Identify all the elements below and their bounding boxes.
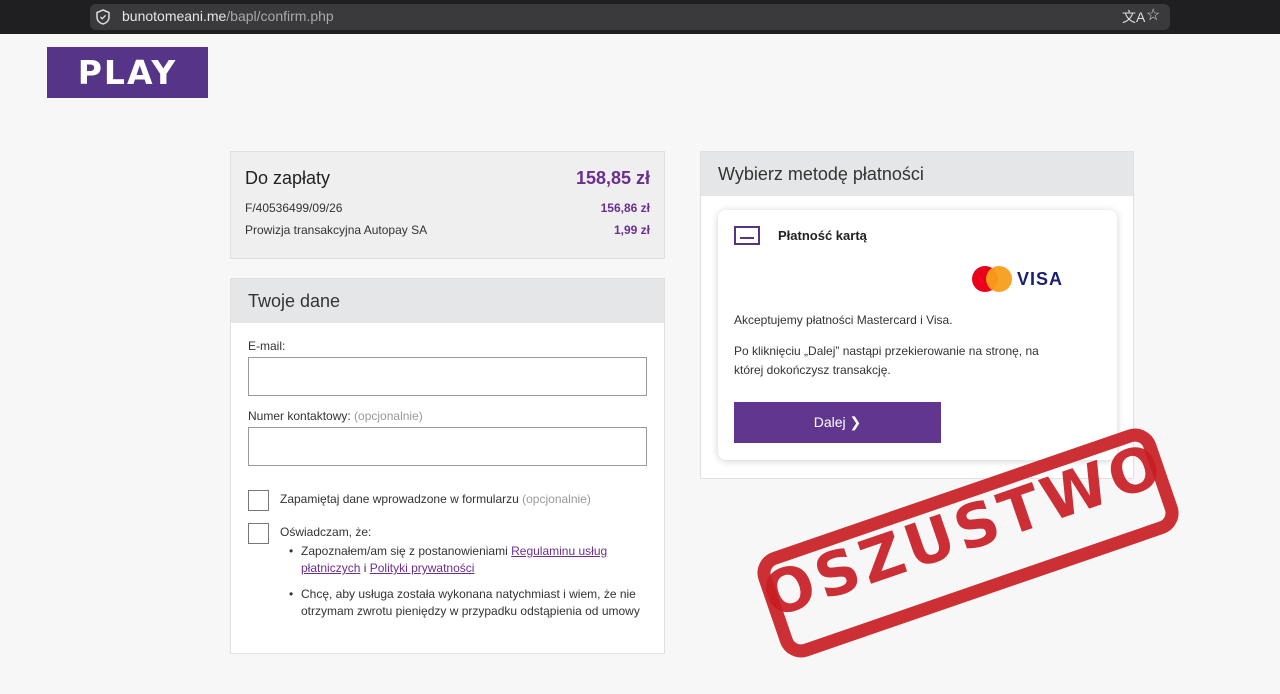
bookmark-star-icon[interactable]: ☆: [1146, 5, 1160, 25]
fee-amount: 1,99 zł: [613, 223, 650, 237]
fee-label: Prowizja transakcyjna Autopay SA: [245, 223, 428, 237]
invoice-amount: 156,86 zł: [600, 201, 650, 215]
credit-card-icon: [734, 226, 760, 245]
declaration-label: Oświadczam, że:: [280, 525, 372, 539]
form-title: Twoje dane: [231, 279, 664, 323]
mastercard-icon: [972, 266, 1012, 292]
declaration-list: Zapoznałem/am się z postanowieniami Regu…: [289, 543, 649, 629]
phone-optional: (opcjonalnie): [354, 409, 423, 423]
list-item: Zapoznałem/am się z postanowieniami Regu…: [289, 543, 649, 577]
browser-toolbar: bunotomeani.me/bapl/confirm.php 文A ☆: [0, 0, 1280, 34]
list-item: Chcę, aby usługa została wykonana natych…: [289, 586, 649, 620]
phone-field[interactable]: [248, 427, 647, 466]
payment-summary: Do zapłaty 158,85 zł F/40536499/09/26 15…: [230, 151, 665, 259]
next-button[interactable]: Dalej ❯: [734, 402, 941, 443]
remember-label: Zapamiętaj dane wprowadzone w formularzu…: [280, 492, 591, 506]
declaration-checkbox[interactable]: [248, 523, 269, 544]
remember-optional: (opcjonalnie): [522, 492, 591, 506]
email-field[interactable]: [248, 357, 647, 396]
payment-method-panel: Wybierz metodę płatności Płatność kartą …: [700, 151, 1134, 479]
url-text[interactable]: bunotomeani.me/bapl/confirm.php: [122, 8, 334, 24]
url-host: bunotomeani.me: [122, 8, 227, 24]
visa-logo: VISA: [1017, 269, 1064, 289]
summary-total: 158,85 zł: [575, 168, 650, 188]
shield-icon[interactable]: [96, 9, 110, 25]
redirect-text: Po kliknięciu „Dalej” nastąpi przekierow…: [734, 344, 1039, 377]
privacy-link[interactable]: Polityki prywatności: [370, 561, 475, 575]
payment-title: Wybierz metodę płatności: [701, 152, 1133, 196]
card-payment-option[interactable]: Płatność kartą VISA Akceptujemy płatnośc…: [718, 210, 1117, 460]
card-payment-title: Płatność kartą: [778, 228, 867, 243]
translate-icon[interactable]: 文A: [1122, 7, 1145, 27]
invoice-number: F/40536499/09/26: [245, 201, 343, 215]
terms-text: Zapoznałem/am się z postanowieniami: [301, 544, 508, 558]
email-label: E-mail:: [248, 339, 286, 353]
url-path: /bapl/confirm.php: [226, 8, 334, 24]
phone-label-text: Numer kontaktowy:: [248, 409, 351, 423]
phone-label: Numer kontaktowy: (opcjonalnie): [248, 409, 423, 423]
play-logo: PLAY: [47, 47, 208, 98]
terms-join: i: [363, 561, 367, 575]
remember-checkbox[interactable]: [248, 490, 269, 511]
personal-data-form: Twoje dane E-mail: Numer kontaktowy: (op…: [230, 278, 665, 654]
accept-text: Akceptujemy płatności Mastercard i Visa.: [734, 313, 953, 327]
summary-title: Do zapłaty: [245, 168, 331, 188]
remember-label-text: Zapamiętaj dane wprowadzone w formularzu: [280, 492, 519, 506]
